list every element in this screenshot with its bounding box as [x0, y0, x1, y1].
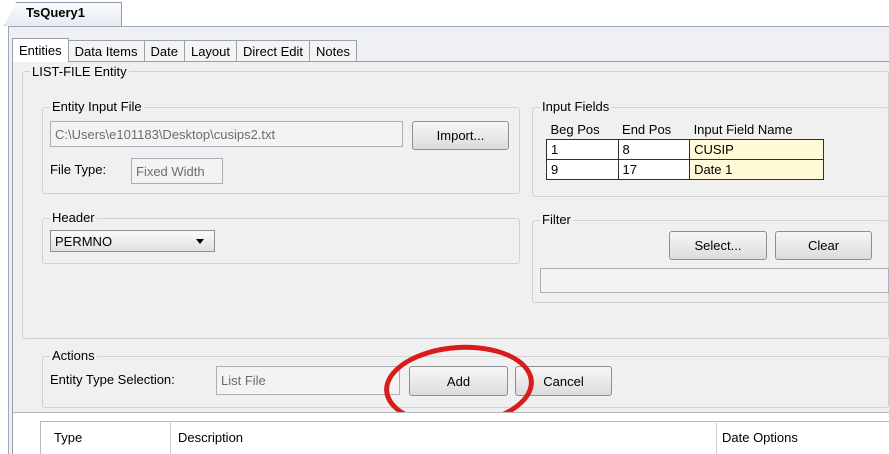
cell-end-pos[interactable]: 17: [617, 159, 691, 180]
column-header-input-field-name[interactable]: Input Field Name: [689, 120, 824, 140]
input-fields-title: Input Fields: [540, 99, 612, 114]
entity-type-field[interactable]: List File: [216, 366, 400, 395]
filter-select-button[interactable]: Select...: [669, 231, 767, 260]
cell-beg-pos[interactable]: 9: [546, 159, 619, 180]
header-dropdown-value: PERMNO: [55, 233, 113, 249]
header-dropdown[interactable]: PERMNO: [50, 230, 215, 252]
document-tab-strip: [0, 0, 889, 26]
cell-beg-pos[interactable]: 1: [546, 139, 619, 160]
file-type-field[interactable]: Fixed Width: [131, 158, 223, 184]
filter-clear-button[interactable]: Clear: [775, 231, 872, 260]
header-title: Header: [50, 210, 97, 225]
cell-end-pos[interactable]: 8: [617, 139, 691, 160]
column-header-date-options[interactable]: Date Options: [722, 430, 798, 445]
tab-direct-edit[interactable]: Direct Edit: [236, 40, 310, 62]
tab-notes[interactable]: Notes: [308, 40, 357, 62]
tab-entities[interactable]: Entities: [12, 38, 69, 62]
column-header-end-pos[interactable]: End Pos: [618, 120, 690, 140]
filter-expression-field[interactable]: [540, 268, 889, 293]
tab-strip: Entities Data Items Date Layout Direct E…: [12, 38, 357, 62]
column-separator[interactable]: [170, 421, 171, 454]
import-button[interactable]: Import...: [412, 121, 509, 150]
cell-input-field-name[interactable]: Date 1: [689, 159, 824, 180]
table-header-row: Beg Pos End Pos Input Field Name: [540, 120, 824, 140]
cancel-button[interactable]: Cancel: [515, 366, 612, 396]
list-file-entity-title: LIST-FILE Entity: [30, 64, 129, 79]
document-tab-title: TsQuery1: [26, 5, 86, 20]
file-type-label: File Type:: [50, 162, 107, 177]
entity-type-label: Entity Type Selection:: [50, 372, 175, 387]
cell-input-field-name[interactable]: CUSIP: [689, 139, 824, 160]
actions-title: Actions: [50, 348, 97, 363]
table-row[interactable]: 1 8 CUSIP: [540, 139, 824, 160]
tab-data-items[interactable]: Data Items: [67, 40, 145, 62]
add-button[interactable]: Add: [409, 366, 508, 396]
entity-input-file-title: Entity Input File: [50, 99, 144, 114]
filter-title: Filter: [540, 212, 573, 227]
column-header-type[interactable]: Type: [54, 430, 82, 445]
input-file-path-field[interactable]: C:\Users\e101183\Desktop\cusips2.txt: [50, 121, 403, 147]
chevron-down-icon: [196, 239, 204, 244]
column-header-description[interactable]: Description: [178, 430, 243, 445]
tab-layout[interactable]: Layout: [183, 40, 238, 62]
tab-date[interactable]: Date: [143, 40, 185, 62]
column-separator[interactable]: [716, 421, 717, 454]
table-row[interactable]: 9 17 Date 1: [540, 159, 824, 180]
column-header-beg-pos[interactable]: Beg Pos: [546, 120, 619, 140]
input-fields-table: Beg Pos End Pos Input Field Name 1 8 CUS…: [540, 120, 824, 180]
